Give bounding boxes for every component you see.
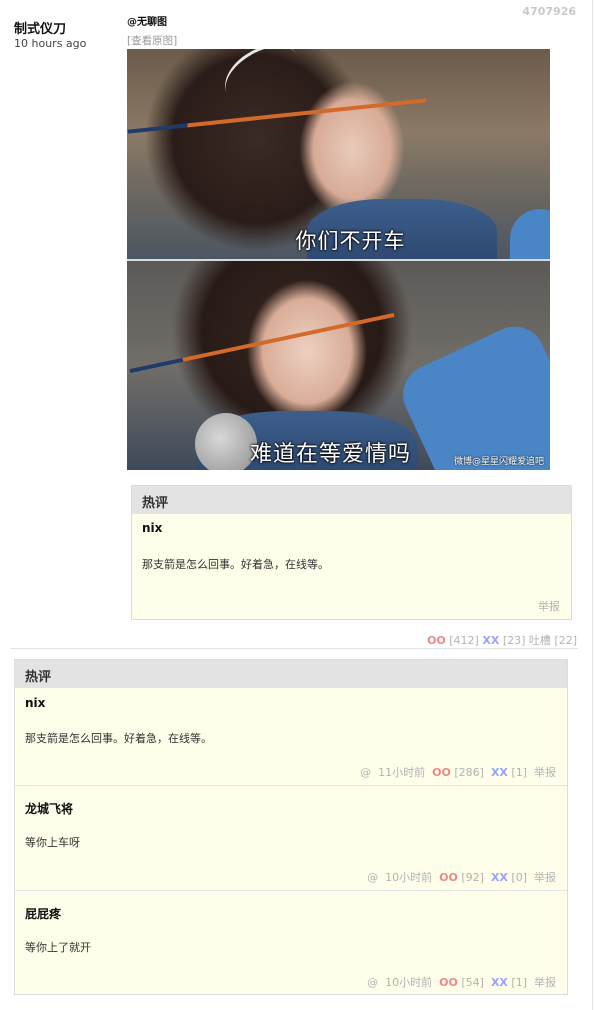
comment-text: 等你上了就开 [25, 941, 91, 954]
report-link[interactable]: 举报 [538, 598, 560, 614]
hot-comment-header: 热评 [132, 486, 571, 514]
report-link[interactable]: 举报 [534, 766, 556, 779]
comment-user: 屁屁疼 [25, 907, 62, 921]
comment-user: 龙城飞将 [25, 802, 74, 816]
reply-at-link[interactable]: @ [360, 766, 371, 779]
oo-count: [412] [449, 634, 479, 647]
post-time: 10 hours ago [14, 37, 87, 50]
xx-count: [0] [511, 871, 527, 884]
arrow-shape [127, 98, 427, 134]
comment-item: 屁屁疼 等你上了就开 @ 10小时前 OO [54] XX [1] 举报 [15, 890, 567, 995]
post-category: @无聊图 [127, 17, 167, 28]
oo-vote-button[interactable]: OO [432, 766, 451, 779]
post-hot-comment: 热评 nix 那支箭是怎么回事。好着急，在线等。 举报 [131, 485, 572, 620]
comment-meta: @ 10小时前 OO [54] XX [1] 举报 [367, 974, 556, 990]
xx-count: [23] [502, 634, 526, 647]
post-author: 制式仪刀 [14, 22, 67, 37]
hot-comments-section: 热评 nix 那支箭是怎么回事。好着急，在线等。 @ 11小时前 OO [286… [14, 659, 568, 995]
image-frame-top: 你们不开车 [127, 49, 550, 259]
reply-at-link[interactable]: @ [367, 871, 378, 884]
oo-count: [54] [461, 976, 484, 989]
xx-vote-button[interactable]: XX [482, 634, 499, 647]
post-image[interactable]: 你们不开车 难道在等爱情吗 微博@星星闪耀爱追吧 [127, 49, 550, 470]
oo-count: [286] [454, 766, 484, 779]
oo-vote-button[interactable]: OO [427, 634, 446, 647]
view-original-link[interactable]: [查看原图] [127, 33, 177, 48]
comment-time: 10小时前 [385, 871, 433, 884]
comment-time: 11小时前 [378, 766, 426, 779]
oo-count: [92] [461, 871, 484, 884]
comment-meta: @ 10小时前 OO [92] XX [0] 举报 [367, 869, 556, 885]
comment-text: 等你上车呀 [25, 836, 80, 849]
report-link[interactable]: 举报 [534, 976, 556, 989]
arrow-shape [129, 312, 395, 374]
comment-item: 龙城飞将 等你上车呀 @ 10小时前 OO [92] XX [0] 举报 [15, 785, 567, 890]
xx-vote-button[interactable]: XX [491, 976, 508, 989]
xx-count: [1] [511, 976, 527, 989]
page-right-border [592, 0, 593, 1010]
hot-comments-header: 热评 [15, 660, 567, 688]
hot-comment-text: 那支箭是怎么回事。好着急，在线等。 [142, 558, 329, 571]
image-watermark: 微博@星星闪耀爱追吧 [453, 457, 544, 467]
comment-meta: @ 11小时前 OO [286] XX [1] 举报 [360, 764, 556, 780]
hot-comment-user: nix [142, 521, 163, 535]
post-divider [10, 648, 578, 649]
comment-time: 10小时前 [385, 976, 433, 989]
post-vote-bar: OO [412] XX [23] 吐槽 [22] [427, 632, 577, 648]
report-link[interactable]: 举报 [534, 871, 556, 884]
comment-text: 那支箭是怎么回事。好着急，在线等。 [25, 732, 212, 745]
headband-shape [214, 49, 310, 116]
image-caption-top: 你们不开车 [295, 229, 406, 253]
oo-vote-button[interactable]: OO [439, 871, 458, 884]
tucao-link[interactable]: 吐槽 [22] [529, 634, 577, 647]
xx-vote-button[interactable]: XX [491, 766, 508, 779]
oo-vote-button[interactable]: OO [439, 976, 458, 989]
comment-item: nix 那支箭是怎么回事。好着急，在线等。 @ 11小时前 OO [286] X… [15, 688, 567, 785]
xx-vote-button[interactable]: XX [491, 871, 508, 884]
image-frame-bottom: 难道在等爱情吗 微博@星星闪耀爱追吧 [127, 261, 550, 470]
comment-user: nix [25, 696, 46, 710]
reply-at-link[interactable]: @ [367, 976, 378, 989]
post-id[interactable]: 4707926 [522, 5, 576, 18]
xx-count: [1] [511, 766, 527, 779]
